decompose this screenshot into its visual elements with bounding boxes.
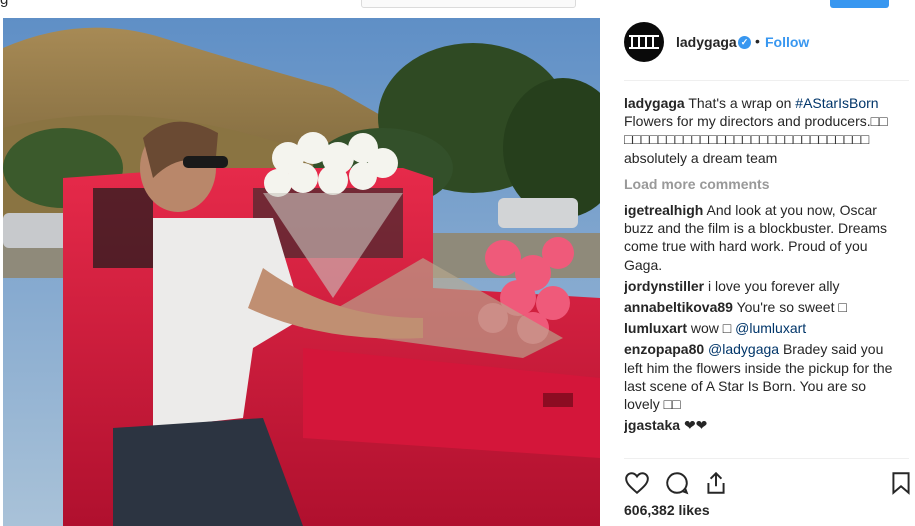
comment-username[interactable]: jordynstiller (624, 278, 704, 294)
photo-illustration (3, 18, 600, 526)
follow-button[interactable]: Follow (765, 34, 809, 50)
caption-username[interactable]: ladygaga (624, 95, 685, 111)
post-header: ladygaga ✓ • Follow (600, 18, 915, 80)
post-details-panel: ladygaga ✓ • Follow ladygaga That's a wr… (600, 18, 915, 526)
caption-hashtag[interactable]: #AStarIsBorn (795, 95, 878, 111)
share-icon[interactable] (703, 470, 729, 496)
load-more-comments-button[interactable]: Load more comments (624, 175, 894, 193)
comment-username[interactable]: annabeltikova89 (624, 299, 733, 315)
comment-item: enzopapa80 @ladygaga Bradey said you lef… (624, 340, 894, 413)
avatar[interactable] (624, 22, 664, 62)
comment-item: jgastaka ❤❤ (624, 416, 894, 434)
comment-text: You're so sweet □ (736, 299, 847, 316)
comment-text: i love you forever ally (708, 277, 840, 294)
actions-divider (624, 458, 909, 459)
search-input[interactable] (361, 0, 576, 8)
top-clipped-text: g (0, 0, 8, 8)
caption-text-after: Flowers for my directors and producers.□… (624, 113, 888, 166)
post-actions (624, 470, 914, 498)
comment-item: lumluxart wow □ @lumluxart (624, 319, 894, 337)
comments-list[interactable]: ladygaga That's a wrap on #AStarIsBorn F… (624, 94, 894, 456)
header-divider (624, 80, 909, 81)
instagram-post-page: g (0, 0, 915, 526)
comment-text: ❤❤ (683, 417, 708, 434)
comment-bubble-icon[interactable] (664, 470, 690, 496)
avatar-logo-mark (629, 35, 659, 49)
comment-text: wow □ (690, 320, 736, 337)
verified-badge-icon: ✓ (738, 36, 751, 49)
post-photo[interactable] (3, 18, 600, 526)
comment-username[interactable]: igetrealhigh (624, 202, 703, 218)
comment-username[interactable]: jgastaka (624, 417, 680, 433)
likes-count[interactable]: 606,382 likes (624, 502, 710, 518)
comment-mention[interactable]: @lumluxart (735, 320, 806, 336)
comment-item: jordynstiller i love you forever ally (624, 277, 894, 295)
comment-item: igetrealhigh And look at you now, Oscar … (624, 201, 894, 274)
heart-icon[interactable] (624, 470, 650, 496)
bookmark-icon[interactable] (888, 470, 914, 496)
caption-text-before: That's a wrap on (688, 95, 796, 111)
comment-mention[interactable]: @ladygaga (708, 341, 779, 357)
comment-item: annabeltikova89 You're so sweet □ (624, 298, 894, 316)
comment-username[interactable]: lumluxart (624, 320, 687, 336)
top-nav-button[interactable] (830, 0, 889, 8)
comment-username[interactable]: enzopapa80 (624, 341, 704, 357)
header-username[interactable]: ladygaga (676, 34, 737, 50)
post-caption: ladygaga That's a wrap on #AStarIsBorn F… (624, 94, 894, 167)
header-separator: • (755, 33, 760, 49)
